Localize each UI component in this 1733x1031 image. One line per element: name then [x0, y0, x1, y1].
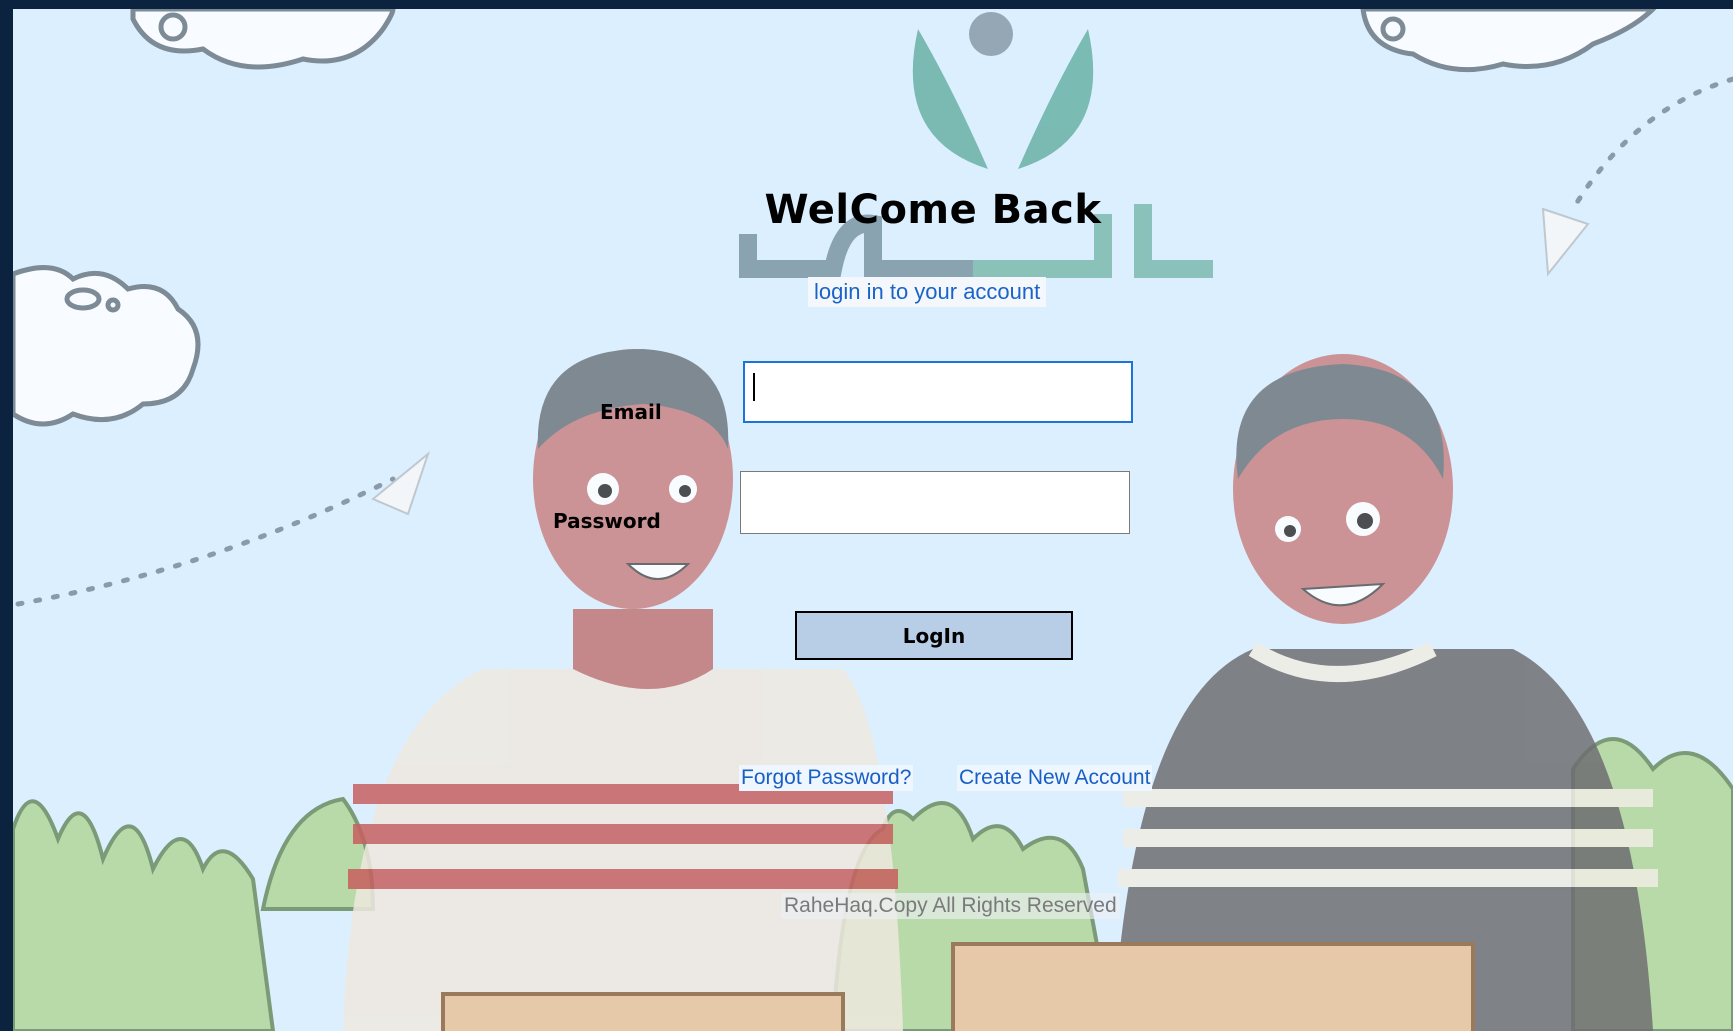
page-title: WelCome Back — [764, 187, 1102, 233]
forgot-password-link[interactable]: Forgot Password? — [739, 765, 914, 791]
text-caret — [753, 373, 755, 401]
box-left — [441, 992, 845, 1031]
cloud-top-left-icon — [130, 9, 396, 70]
bushes-left — [13, 796, 376, 1031]
box-right — [951, 942, 1475, 1031]
login-window: WelCome Back login in to your account Em… — [13, 9, 1733, 1031]
page-subtitle: login in to your account — [808, 277, 1047, 307]
password-field[interactable] — [740, 471, 1130, 534]
create-account-link[interactable]: Create New Account — [957, 765, 1153, 791]
email-field[interactable] — [743, 361, 1133, 423]
dotted-path-left — [15, 476, 396, 607]
left-boy-illustration — [343, 349, 903, 1031]
copyright-footer: RaheHaq.Copy All Rights Reserved — [781, 893, 1120, 919]
login-button[interactable]: LogIn — [795, 611, 1073, 660]
cloud-top-right-icon — [1360, 9, 1657, 73]
email-label: Email — [600, 400, 662, 424]
password-label: Password — [553, 509, 661, 533]
right-boy-illustration — [1113, 354, 1658, 1031]
cloud-left-icon — [13, 265, 201, 427]
